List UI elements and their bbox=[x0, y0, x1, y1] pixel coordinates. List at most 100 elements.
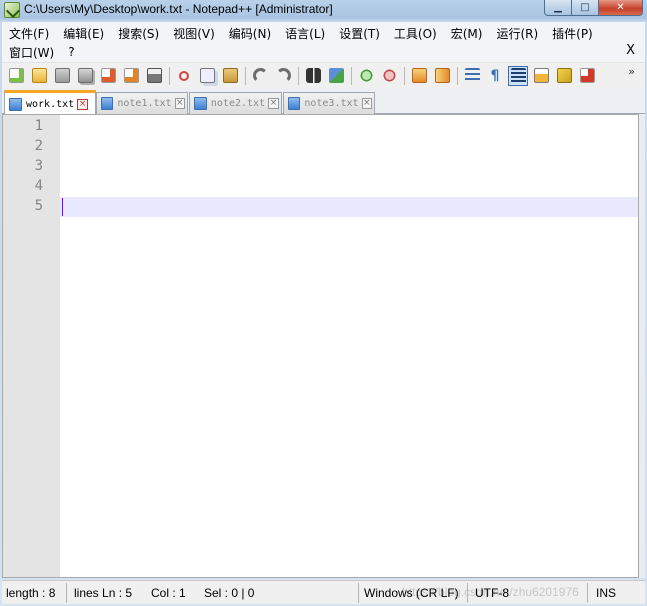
menu-language[interactable]: 语言(L) bbox=[278, 25, 332, 42]
find-icon bbox=[305, 68, 321, 83]
maximize-icon: □ bbox=[580, 1, 590, 13]
text-editor-area[interactable]: 1 2 3 4 5 bbox=[2, 114, 639, 578]
tab-work-txt[interactable]: work.txt × bbox=[4, 90, 96, 115]
macro-record-icon bbox=[579, 68, 595, 83]
status-divider bbox=[66, 583, 67, 603]
macro-record-button[interactable] bbox=[577, 66, 597, 86]
undo-button[interactable] bbox=[250, 66, 270, 86]
toolbar-separator bbox=[404, 66, 405, 85]
tab-close-icon[interactable]: × bbox=[361, 98, 372, 109]
tab-note1-txt[interactable]: note1.txt × bbox=[96, 92, 188, 114]
new-file-icon bbox=[8, 68, 24, 83]
toolbar-separator bbox=[351, 66, 352, 85]
minimize-button[interactable]: ▁ bbox=[544, 0, 572, 16]
save-button[interactable] bbox=[52, 66, 72, 86]
menu-view[interactable]: 视图(V) bbox=[166, 25, 222, 42]
show-all-chars-button[interactable]: ¶ bbox=[485, 66, 505, 86]
copy-icon bbox=[199, 68, 215, 83]
close-icon: ✕ bbox=[616, 1, 625, 13]
tab-note2-txt[interactable]: note2.txt × bbox=[189, 92, 282, 114]
close-button[interactable] bbox=[98, 66, 118, 86]
notepad-plus-plus-window: C:\Users\My\Desktop\work.txt - Notepad++… bbox=[0, 0, 647, 606]
line-number: 2 bbox=[34, 138, 43, 154]
menu-search[interactable]: 搜索(S) bbox=[111, 25, 166, 42]
close-document-button[interactable]: X bbox=[626, 43, 635, 58]
status-selection: Sel : 0 | 0 bbox=[204, 586, 255, 600]
replace-button[interactable] bbox=[326, 66, 346, 86]
save-icon bbox=[54, 68, 70, 83]
tab-close-icon[interactable]: × bbox=[268, 98, 279, 109]
sync-vertical-button[interactable] bbox=[409, 66, 429, 86]
menu-bar: 文件(F) 编辑(E) 搜索(S) 视图(V) 编码(N) 语言(L) 设置(T… bbox=[2, 22, 645, 62]
status-encoding[interactable]: UTF-8 bbox=[471, 584, 509, 602]
tab-close-icon[interactable]: × bbox=[174, 98, 185, 109]
status-eol-format[interactable]: Windows (CR LF) bbox=[360, 584, 459, 602]
zoom-in-button[interactable] bbox=[356, 66, 376, 86]
minimize-icon: ▁ bbox=[554, 1, 562, 13]
document-map-icon bbox=[533, 68, 549, 83]
redo-button[interactable] bbox=[273, 66, 293, 86]
status-bar: length : 8 lines Ln : 5 Col : 1 Sel : 0 … bbox=[2, 580, 645, 604]
indent-guide-button[interactable] bbox=[508, 65, 528, 86]
menu-edit[interactable]: 编辑(E) bbox=[56, 25, 111, 42]
zoom-out-button[interactable] bbox=[379, 66, 399, 86]
tab-label: note3.txt bbox=[304, 98, 359, 109]
toolbar-separator bbox=[298, 66, 299, 85]
maximize-button[interactable]: □ bbox=[572, 0, 599, 16]
zoom-out-icon bbox=[381, 68, 397, 83]
menu-tools[interactable]: 工具(O) bbox=[387, 25, 444, 42]
copy-button[interactable] bbox=[197, 66, 217, 86]
zoom-in-icon bbox=[358, 68, 374, 83]
title-bar[interactable]: C:\Users\My\Desktop\work.txt - Notepad++… bbox=[0, 0, 647, 20]
close-file-icon bbox=[100, 68, 116, 83]
print-button[interactable] bbox=[144, 66, 164, 86]
status-divider bbox=[587, 583, 588, 603]
menu-row-secondary: 窗口(W) ? bbox=[2, 43, 82, 61]
menu-macro[interactable]: 宏(M) bbox=[444, 25, 490, 42]
undo-icon bbox=[252, 68, 268, 83]
word-wrap-button[interactable] bbox=[462, 66, 482, 86]
sync-vertical-icon bbox=[411, 68, 427, 83]
redo-icon bbox=[275, 68, 291, 83]
saved-document-icon bbox=[194, 97, 207, 110]
menu-run[interactable]: 运行(R) bbox=[489, 25, 545, 42]
print-icon bbox=[146, 68, 162, 83]
saved-document-icon bbox=[101, 97, 114, 110]
tab-note3-txt[interactable]: note3.txt × bbox=[283, 92, 375, 114]
paste-button[interactable] bbox=[220, 66, 240, 86]
line-number: 1 bbox=[34, 118, 43, 134]
new-file-button[interactable] bbox=[6, 66, 26, 86]
window-controls: ▁ □ ✕ bbox=[544, 0, 643, 16]
toolbar-separator bbox=[169, 66, 170, 85]
function-list-button[interactable] bbox=[554, 66, 574, 86]
function-list-icon bbox=[556, 68, 572, 83]
status-insert-mode[interactable]: INS bbox=[592, 584, 616, 602]
close-window-button[interactable]: ✕ bbox=[599, 0, 643, 16]
notepad-app-icon[interactable] bbox=[4, 2, 20, 18]
word-wrap-icon bbox=[464, 68, 480, 83]
menu-window[interactable]: 窗口(W) bbox=[2, 44, 61, 61]
open-file-button[interactable] bbox=[29, 66, 49, 86]
close-all-button[interactable] bbox=[121, 66, 141, 86]
menu-encoding[interactable]: 编码(N) bbox=[222, 25, 278, 42]
sync-horizontal-icon bbox=[434, 68, 450, 83]
save-all-icon bbox=[77, 68, 93, 83]
save-all-button[interactable] bbox=[75, 66, 95, 86]
document-map-button[interactable] bbox=[531, 66, 551, 86]
status-column: Col : 1 bbox=[151, 586, 186, 600]
menu-file[interactable]: 文件(F) bbox=[2, 25, 56, 42]
vertical-scrollbar[interactable] bbox=[639, 114, 645, 578]
menu-plugins[interactable]: 插件(P) bbox=[545, 25, 600, 42]
menu-help[interactable]: ? bbox=[61, 45, 81, 59]
menu-settings[interactable]: 设置(T) bbox=[332, 25, 387, 42]
sync-horizontal-button[interactable] bbox=[432, 66, 452, 86]
close-all-icon bbox=[123, 68, 139, 83]
cut-button[interactable] bbox=[174, 66, 194, 86]
status-length: length : 8 bbox=[6, 586, 56, 600]
tab-close-icon[interactable]: × bbox=[77, 98, 89, 110]
cut-icon bbox=[179, 70, 189, 81]
toolbar-overflow-chevron-icon[interactable]: » bbox=[628, 65, 635, 78]
find-button[interactable] bbox=[303, 66, 323, 86]
open-file-icon bbox=[31, 68, 47, 83]
saved-document-icon bbox=[9, 97, 22, 111]
